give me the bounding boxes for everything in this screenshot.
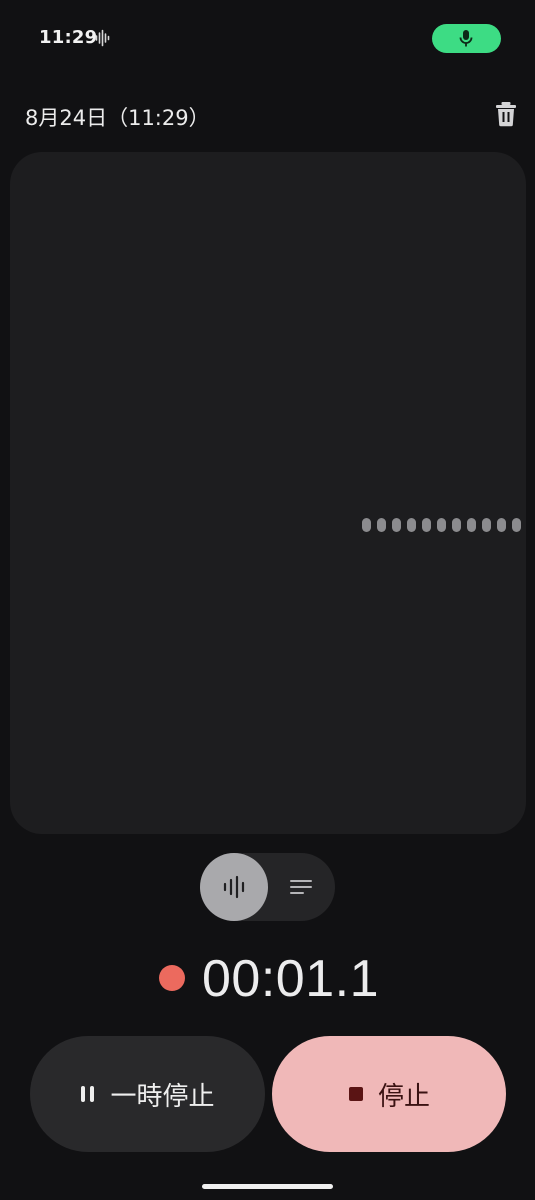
recording-indicator	[159, 965, 185, 991]
sound-wave-icon	[95, 29, 111, 47]
trash-icon[interactable]	[494, 101, 518, 127]
waveform-dot	[512, 518, 521, 532]
home-indicator[interactable]	[202, 1184, 333, 1189]
view-toggle	[200, 853, 335, 921]
waveform-dot	[377, 518, 386, 532]
waveform-dot	[407, 518, 416, 532]
waveform-dot	[392, 518, 401, 532]
microphone-icon	[459, 30, 473, 47]
pause-button[interactable]: 一時停止	[30, 1036, 265, 1152]
waveform-dot	[362, 518, 371, 532]
pause-button-label: 一時停止	[110, 1081, 215, 1112]
waveform-dot	[497, 518, 506, 532]
recording-title[interactable]: 8月24日（11:29）	[25, 102, 210, 132]
transcript-icon	[290, 880, 312, 894]
microphone-in-use-indicator[interactable]	[432, 24, 501, 53]
waveform-dot	[452, 518, 461, 532]
stop-button[interactable]: 停止	[272, 1036, 506, 1152]
stop-button-label: 停止	[377, 1081, 430, 1112]
status-time: 11:29	[39, 27, 98, 48]
waveform-dot	[482, 518, 491, 532]
waveform-icon	[223, 875, 245, 899]
status-bar: 11:29	[0, 0, 535, 76]
pause-icon	[81, 1086, 95, 1102]
stop-icon	[348, 1087, 363, 1101]
waveform-dot	[467, 518, 476, 532]
waveform-view-button[interactable]	[200, 853, 268, 921]
transcript-view-button[interactable]	[269, 853, 335, 921]
waveform-dot	[422, 518, 431, 532]
waveform-panel	[10, 152, 526, 834]
elapsed-timer: 00:01.1	[202, 950, 379, 1008]
waveform-dot	[437, 518, 446, 532]
